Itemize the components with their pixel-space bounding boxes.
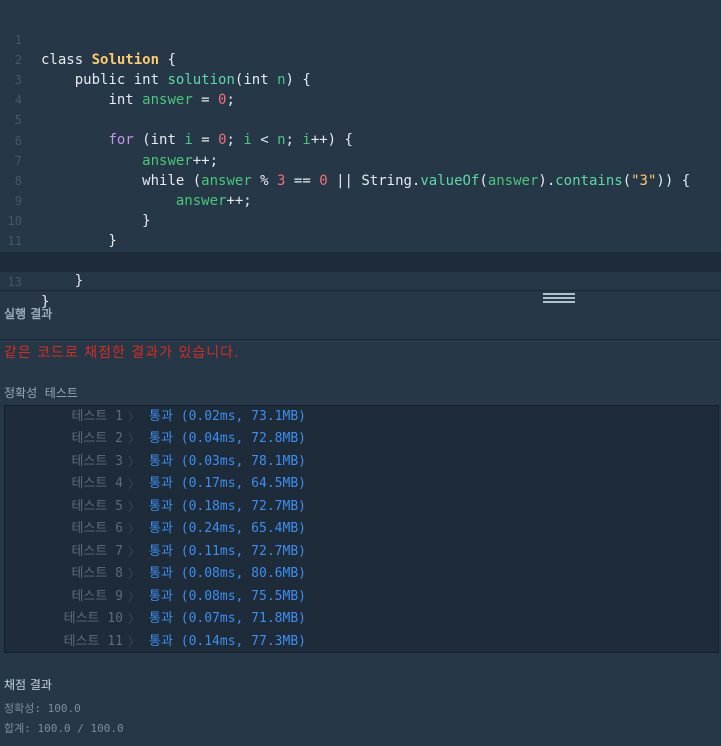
test-row: 테스트 4 〉 통과 (0.17ms, 64.5MB)	[5, 473, 718, 495]
code-line[interactable]: 7 while (answer % 3 == 0 || String.value…	[0, 131, 721, 189]
test-row: 테스트 5 〉 통과 (0.18ms, 72.7MB)	[5, 496, 718, 518]
code-line[interactable]: 9 }	[0, 171, 721, 229]
accuracy-score: 정확성: 100.0	[4, 702, 81, 715]
code-line[interactable]: 10 }	[0, 191, 721, 249]
test-row: 테스트 8 〉 통과 (0.08ms, 80.6MB)	[5, 563, 718, 585]
test-row: 테스트 1 〉 통과 (0.02ms, 73.1MB)	[5, 406, 718, 428]
test-row: 테스트 9 〉 통과 (0.08ms, 75.5MB)	[5, 586, 718, 608]
test-result: 통과 (0.07ms, 71.8MB)	[149, 611, 306, 626]
test-label: 테스트 10	[63, 611, 123, 626]
panel-divider	[0, 290, 721, 291]
chevron-right-icon: 〉	[128, 612, 141, 626]
code-line[interactable]: 6 answer++;	[0, 111, 721, 169]
test-label: 테스트 11	[63, 634, 123, 649]
test-result: 통과 (0.08ms, 75.5MB)	[149, 589, 306, 604]
result-divider	[0, 339, 721, 340]
test-row: 테스트 7 〉 통과 (0.11ms, 72.7MB)	[5, 541, 718, 563]
grip-bar	[543, 297, 575, 299]
accuracy-test-title: 정확성 테스트	[4, 386, 78, 400]
code-line[interactable]: 2 public int solution(int n) {	[0, 30, 721, 88]
test-result: 통과 (0.03ms, 78.1MB)	[149, 454, 306, 469]
line-number: 13	[7, 275, 22, 289]
test-result: 통과 (0.08ms, 80.6MB)	[149, 566, 306, 581]
test-label: 테스트 5	[71, 499, 123, 514]
total-score: 합계: 100.0 / 100.0	[4, 722, 124, 735]
result-panel-title: 실행 결과	[4, 307, 53, 321]
test-label: 테스트 9	[71, 589, 123, 604]
test-result: 통과 (0.18ms, 72.7MB)	[149, 499, 306, 514]
code-line[interactable]: 12 }	[0, 231, 721, 289]
chevron-right-icon: 〉	[128, 545, 141, 559]
code-editor[interactable]: 1 class Solution { 2 public int solution…	[0, 0, 721, 310]
test-row: 테스트 2 〉 통과 (0.04ms, 72.8MB)	[5, 428, 718, 450]
chevron-right-icon: 〉	[128, 410, 141, 424]
test-label: 테스트 7	[71, 544, 123, 559]
grip-bar	[543, 293, 575, 295]
test-result: 통과 (0.14ms, 77.3MB)	[149, 634, 306, 649]
test-result: 통과 (0.02ms, 73.1MB)	[149, 409, 306, 424]
test-result: 통과 (0.04ms, 72.8MB)	[149, 431, 306, 446]
test-row: 테스트 6 〉 통과 (0.24ms, 65.4MB)	[5, 518, 718, 540]
test-label: 테스트 1	[71, 409, 123, 424]
chevron-right-icon: 〉	[128, 567, 141, 581]
code-line[interactable]: 4	[0, 70, 721, 107]
code-text: }	[41, 273, 84, 289]
chevron-right-icon: 〉	[128, 477, 141, 491]
same-result-message: 같은 코드로 채점한 결과가 있습니다.	[4, 345, 240, 361]
code-line[interactable]: 11 return answer;	[0, 211, 721, 269]
code-line[interactable]: 5 for (int i = 0; i < n; i++) {	[0, 90, 721, 148]
chevron-right-icon: 〉	[128, 635, 141, 649]
chevron-right-icon: 〉	[128, 500, 141, 514]
chevron-right-icon: 〉	[128, 455, 141, 469]
test-label: 테스트 2	[71, 431, 123, 446]
chevron-right-icon: 〉	[128, 522, 141, 536]
grip-bar	[543, 301, 575, 303]
chevron-right-icon: 〉	[128, 432, 141, 446]
chevron-right-icon: 〉	[128, 590, 141, 604]
test-result: 통과 (0.17ms, 64.5MB)	[149, 476, 306, 491]
test-result: 통과 (0.11ms, 72.7MB)	[149, 544, 306, 559]
test-results-list: 테스트 1 〉 통과 (0.02ms, 73.1MB) 테스트 2 〉 통과 (…	[4, 405, 719, 653]
code-line[interactable]: 1 class Solution {	[0, 10, 721, 68]
grading-result-title: 채점 결과	[4, 678, 52, 692]
test-row: 테스트 3 〉 통과 (0.03ms, 78.1MB)	[5, 451, 718, 473]
test-row: 테스트 11 〉 통과 (0.14ms, 77.3MB)	[5, 631, 718, 653]
test-label: 테스트 6	[71, 521, 123, 536]
resize-handle[interactable]	[543, 293, 575, 303]
test-label: 테스트 4	[71, 476, 123, 491]
test-result: 통과 (0.24ms, 65.4MB)	[149, 521, 306, 536]
test-row: 테스트 10 〉 통과 (0.07ms, 71.8MB)	[5, 608, 718, 630]
code-line[interactable]: 3 int answer = 0;	[0, 50, 721, 108]
code-line[interactable]: 8 answer++;	[0, 151, 721, 209]
test-label: 테스트 3	[71, 454, 123, 469]
test-label: 테스트 8	[71, 566, 123, 581]
code-line-active[interactable]: 13 }	[0, 252, 721, 310]
